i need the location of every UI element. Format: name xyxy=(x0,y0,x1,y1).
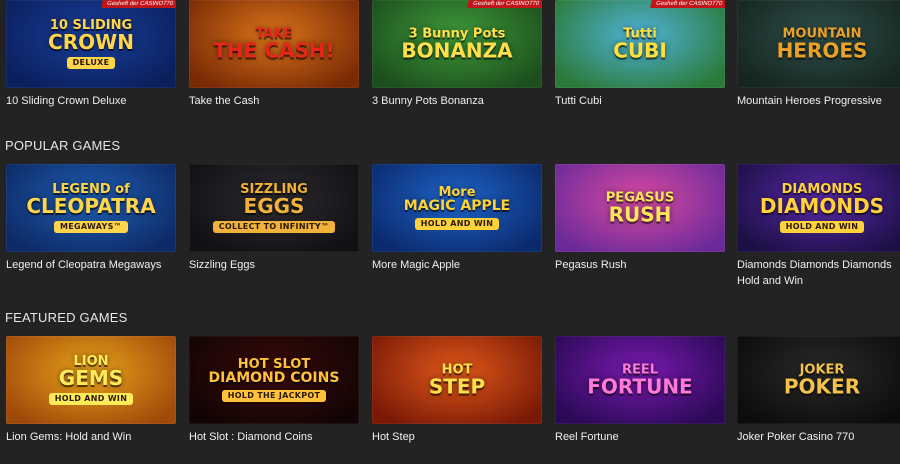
game-thumbnail[interactable]: TAKE THE CASH! xyxy=(189,0,359,88)
game-thumbnail[interactable]: LEGEND of CLEOPATRA MEGAWAYS™ xyxy=(6,164,176,252)
game-thumbnail[interactable]: MOUNTAIN HEROES xyxy=(737,0,900,88)
game-logo: LEGEND of CLEOPATRA MEGAWAYS™ xyxy=(6,183,176,233)
game-thumbnail[interactable]: 3 Bunny Pots BONANZA Gesheft der CASINO770 xyxy=(372,0,542,88)
game-tile-sizzling-eggs[interactable]: SIZZLING EGGS COLLECT TO INFINITY™ Sizzling… xyxy=(189,164,359,273)
game-logo-line2: THE CASH! xyxy=(213,38,335,63)
game-tile-3-bunny-pots-bonanza[interactable]: 3 Bunny Pots BONANZA Gesheft der CASINO770… xyxy=(372,0,542,109)
game-title[interactable]: Lion Gems: Hold and Win xyxy=(6,429,176,445)
game-badge: DELUXE xyxy=(66,57,116,69)
game-logo-line2: FORTUNE xyxy=(587,374,693,399)
game-thumbnail[interactable]: LION GEMS HOLD AND WIN xyxy=(6,336,176,424)
game-tile-pegasus-rush[interactable]: PEGASUS RUSH Pegasus Rush xyxy=(555,164,725,273)
game-logo-line2: DIAMOND COINS xyxy=(208,370,340,386)
game-tile-joker-poker-casino-770[interactable]: JOKER POKER Joker Poker Casino 770 xyxy=(737,336,900,445)
game-logo-line2: DIAMONDS xyxy=(759,194,885,218)
game-tile-lion-gems-hold-and-win[interactable]: LION GEMS HOLD AND WIN Lion Gems: Hold and … xyxy=(6,336,176,445)
game-logo-line2: MAGIC APPLE xyxy=(403,198,511,214)
game-logo-line2: CROWN xyxy=(48,30,134,54)
game-thumbnail[interactable]: JOKER POKER xyxy=(737,336,900,424)
game-logo-line2: CLEOPATRA xyxy=(26,194,156,218)
game-logo: HOT STEP xyxy=(372,364,542,397)
game-title[interactable]: Tutti Cubi xyxy=(555,93,725,109)
game-thumbnail[interactable]: DIAMONDS DIAMONDS HOLD AND WIN xyxy=(737,164,900,252)
game-thumbnail[interactable]: SIZZLING EGGS COLLECT TO INFINITY™ xyxy=(189,164,359,252)
game-logo-line2: EGGS xyxy=(243,194,305,218)
game-logo: HOT SLOT DIAMOND COINS HOLD THE JACKPOT xyxy=(189,358,359,402)
game-tile-take-the-cash[interactable]: TAKE THE CASH! Take the Cash xyxy=(189,0,359,109)
game-thumbnail[interactable]: Tutti CUBI Gesheft der CASINO770 xyxy=(555,0,725,88)
game-title[interactable]: Sizzling Eggs xyxy=(189,257,359,273)
game-badge: COLLECT TO INFINITY™ xyxy=(212,221,336,233)
game-badge: HOLD AND WIN xyxy=(779,221,865,233)
game-logo: Tutti CUBI xyxy=(555,28,725,61)
section-title-featured: FEATURED GAMES xyxy=(5,310,128,325)
game-tile-more-magic-apple[interactable]: More MAGIC APPLE HOLD AND WIN More Magic Ap… xyxy=(372,164,542,273)
game-badge: MEGAWAYS™ xyxy=(54,221,128,233)
game-tile-hot-slot-diamond-coins[interactable]: HOT SLOT DIAMOND COINS HOLD THE JACKPOT Hot… xyxy=(189,336,359,445)
game-logo: PEGASUS RUSH xyxy=(555,192,725,225)
game-logo: 10 SLIDING CROWN DELUXE xyxy=(6,19,176,69)
game-tile-tutti-cubi[interactable]: Tutti CUBI Gesheft der CASINO770 Tutti Cubi xyxy=(555,0,725,109)
game-thumbnail[interactable]: PEGASUS RUSH xyxy=(555,164,725,252)
game-title[interactable]: Reel Fortune xyxy=(555,429,725,445)
casino-ribbon: Gesheft der CASINO770 xyxy=(650,0,725,8)
game-title[interactable]: Diamonds Diamonds Diamonds Hold and Win xyxy=(737,257,900,289)
game-thumbnail[interactable]: 10 SLIDING CROWN DELUXE Gesheft der CASINO7… xyxy=(6,0,176,88)
game-title[interactable]: Pegasus Rush xyxy=(555,257,725,273)
game-logo: TAKE THE CASH! xyxy=(189,28,359,61)
game-title[interactable]: Hot Slot : Diamond Coins xyxy=(189,429,359,445)
game-logo-line2: POKER xyxy=(783,374,861,399)
game-thumbnail[interactable]: More MAGIC APPLE HOLD AND WIN xyxy=(372,164,542,252)
game-title[interactable]: Mountain Heroes Progressive xyxy=(737,93,900,109)
section-title-popular: POPULAR GAMES xyxy=(5,138,121,153)
game-logo: SIZZLING EGGS COLLECT TO INFINITY™ xyxy=(189,183,359,233)
game-logo-line2: BONANZA xyxy=(401,38,513,63)
game-logo-line2: CUBI xyxy=(613,38,667,63)
game-logo-line2: STEP xyxy=(428,374,486,399)
game-logo: JOKER POKER xyxy=(737,364,900,397)
casino-ribbon: Gesheft der CASINO770 xyxy=(101,0,176,8)
game-title[interactable]: Joker Poker Casino 770 xyxy=(737,429,900,445)
game-title[interactable]: Take the Cash xyxy=(189,93,359,109)
game-logo: REEL FORTUNE xyxy=(555,364,725,397)
game-tile-mountain-heroes-progressive[interactable]: MOUNTAIN HEROES Mountain Heroes Progressiv… xyxy=(737,0,900,109)
game-title[interactable]: More Magic Apple xyxy=(372,257,542,273)
game-title[interactable]: 10 Sliding Crown Deluxe xyxy=(6,93,176,109)
game-logo: MOUNTAIN HEROES xyxy=(737,28,900,61)
game-logo: More MAGIC APPLE HOLD AND WIN xyxy=(372,186,542,230)
game-badge: HOLD AND WIN xyxy=(414,218,500,230)
game-tile-reel-fortune[interactable]: REEL FORTUNE Reel Fortune xyxy=(555,336,725,445)
game-thumbnail[interactable]: HOT SLOT DIAMOND COINS HOLD THE JACKPOT xyxy=(189,336,359,424)
game-tile-legend-of-cleopatra-megaways[interactable]: LEGEND of CLEOPATRA MEGAWAYS™ Legend of Cle… xyxy=(6,164,176,273)
casino-ribbon: Gesheft der CASINO770 xyxy=(467,0,542,8)
game-title[interactable]: Legend of Cleopatra Megaways xyxy=(6,257,176,273)
game-tile-10-sliding-crown-deluxe[interactable]: 10 SLIDING CROWN DELUXE Gesheft der CASINO7… xyxy=(6,0,176,109)
game-thumbnail[interactable]: HOT STEP xyxy=(372,336,542,424)
game-badge: HOLD AND WIN xyxy=(48,393,134,405)
game-tile-diamonds-diamonds-diamonds-hold-and-win[interactable]: DIAMONDS DIAMONDS HOLD AND WIN Diamonds Dia… xyxy=(737,164,900,289)
game-logo-line2: HEROES xyxy=(776,38,868,63)
game-logo: DIAMONDS DIAMONDS HOLD AND WIN xyxy=(737,183,900,233)
game-thumbnail[interactable]: REEL FORTUNE xyxy=(555,336,725,424)
game-tile-hot-step[interactable]: HOT STEP Hot Step xyxy=(372,336,542,445)
game-title[interactable]: Hot Step xyxy=(372,429,542,445)
game-logo: 3 Bunny Pots BONANZA xyxy=(372,28,542,61)
game-logo-line2: GEMS xyxy=(58,366,124,390)
game-logo-line2: RUSH xyxy=(608,202,672,227)
game-logo: LION GEMS HOLD AND WIN xyxy=(6,355,176,405)
game-title[interactable]: 3 Bunny Pots Bonanza xyxy=(372,93,542,109)
game-badge: HOLD THE JACKPOT xyxy=(221,390,327,402)
